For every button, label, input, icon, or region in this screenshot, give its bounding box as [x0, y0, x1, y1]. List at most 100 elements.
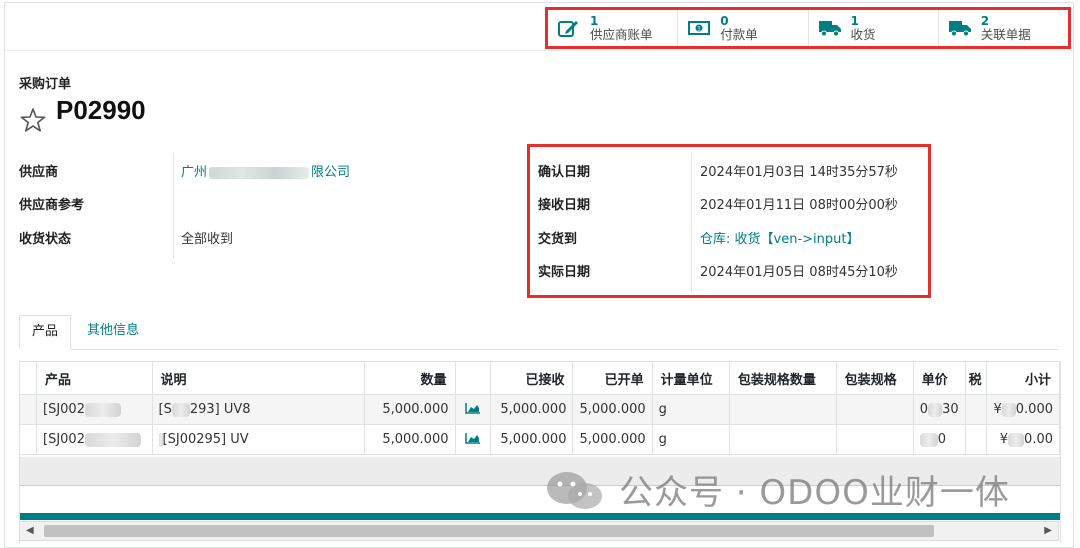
col-price-unit[interactable]: 单价: [913, 361, 966, 395]
svg-text:1: 1: [697, 26, 701, 33]
vendor-bills-count: 1: [590, 14, 599, 28]
table-row[interactable]: [SJ002 [SJ00295] UV 5,000.000 5,000.000 …: [20, 424, 1060, 455]
watermark: 公众号 · ODOO业财一体: [545, 465, 1010, 514]
cell-price[interactable]: 0 30: [913, 394, 966, 425]
subtotal-suffix: 0.00: [1024, 432, 1053, 447]
col-packaging[interactable]: 包装规格: [836, 361, 914, 395]
subtotal-prefix: ¥: [999, 432, 1009, 447]
field-divider: [691, 153, 692, 293]
date-approve-label: 确认日期: [538, 165, 591, 180]
related-documents-label: 关联单据: [980, 27, 1031, 42]
payments-count: 0: [720, 14, 729, 28]
horizontal-scrollbar[interactable]: ◀ ▶: [19, 521, 1059, 541]
cell-qty[interactable]: 5,000.000: [364, 424, 456, 455]
deliver-to-value[interactable]: 仓库: 收货【ven->input】: [700, 228, 859, 247]
tab-products[interactable]: 产品: [19, 315, 72, 350]
receipts-button[interactable]: 1 收货: [809, 10, 939, 46]
date-planned-label: 接收日期: [538, 198, 591, 213]
table-row[interactable]: [SJ002 [S 293] UV8 5,000.000 5,000.000 5,…: [20, 394, 1060, 425]
cell-uom[interactable]: g: [652, 394, 730, 425]
cell-billed: 5,000.000: [572, 424, 653, 455]
row-handle: [20, 424, 37, 455]
cell-product[interactable]: [SJ002: [36, 424, 153, 455]
redacted-block: [928, 402, 943, 417]
cell-forecast[interactable]: [455, 394, 491, 425]
header-divider: [5, 50, 1073, 51]
pencil-square-icon: [556, 18, 582, 38]
form-type-label: 采购订单: [19, 77, 72, 92]
receipts-label: 收货: [850, 27, 876, 42]
product-text: [SJ002: [43, 402, 85, 417]
col-product[interactable]: 产品: [36, 361, 153, 395]
subtotal-suffix: 0.000: [1015, 402, 1053, 417]
product-text: [SJ002: [43, 432, 85, 447]
vendor-bills-button[interactable]: 1 供应商账单: [548, 10, 679, 46]
col-description[interactable]: 说明: [152, 361, 365, 395]
col-uom[interactable]: 计量单位: [652, 361, 730, 395]
cell-packaging-qty[interactable]: [729, 394, 837, 425]
date-planned-value[interactable]: 2024年01月11日 08时00分00秒: [700, 194, 898, 213]
deliver-to-label: 交货到: [538, 232, 578, 247]
handle-column: [20, 361, 37, 395]
price-text: 0: [919, 402, 929, 417]
cell-billed: 5,000.000: [572, 394, 653, 425]
col-received[interactable]: 已接收: [490, 361, 574, 395]
payments-label: 付款单: [720, 27, 758, 42]
area-chart-icon[interactable]: [464, 432, 481, 448]
col-forecast: [455, 361, 491, 395]
scrollbar-thumb[interactable]: [44, 525, 934, 537]
cell-price[interactable]: 0: [913, 424, 966, 455]
description-text: [SJ00295] UV: [162, 432, 249, 447]
partner-value-suffix[interactable]: 限公司: [311, 165, 350, 180]
truck-icon: [947, 18, 973, 38]
field-divider: [173, 153, 174, 259]
star-icon[interactable]: [20, 107, 46, 133]
cell-packaging[interactable]: [836, 394, 914, 425]
related-documents-button[interactable]: 2 关联单据: [939, 10, 1068, 46]
partner-label: 供应商: [19, 165, 59, 180]
vendor-bills-label: 供应商账单: [590, 27, 653, 42]
col-billed[interactable]: 已开单: [572, 361, 653, 395]
purchase-order-form: 1 供应商账单 1 0 付款单 1 收货 2 关联单据 采购订单 P02990 …: [4, 2, 1074, 548]
effective-date-value: 2024年01月05日 08时45分10秒: [700, 265, 898, 280]
price-text-2: 0: [937, 432, 947, 447]
cell-received[interactable]: 5,000.000: [490, 394, 574, 425]
area-chart-icon[interactable]: [464, 402, 481, 418]
col-qty[interactable]: 数量: [364, 361, 456, 395]
payments-button[interactable]: 1 0 付款单: [678, 10, 809, 46]
col-taxes[interactable]: 税: [965, 361, 988, 395]
order-lines-table: 产品 说明 数量 已接收 已开单 计量单位 包装规格数量 包装规格 单价 税 小…: [19, 361, 1061, 543]
redacted-block: [84, 432, 141, 447]
truck-icon: [817, 18, 843, 38]
partner-field[interactable]: 广州 限公司: [181, 161, 350, 180]
cell-packaging-qty[interactable]: [729, 424, 837, 455]
redacted-block: [919, 432, 938, 447]
order-name: P02990: [56, 95, 146, 125]
wechat-icon: [545, 470, 605, 510]
tab-other-info[interactable]: 其他信息: [75, 315, 151, 348]
smart-button-box: 1 供应商账单 1 0 付款单 1 收货 2 关联单据: [545, 7, 1071, 49]
partner-value-prefix[interactable]: 广州: [181, 165, 207, 180]
partner-ref-label: 供应商参考: [19, 198, 85, 213]
redacted-block: [1008, 432, 1025, 447]
cell-forecast[interactable]: [455, 424, 491, 455]
date-approve-value: 2024年01月03日 14时35分57秒: [700, 165, 898, 180]
cell-product[interactable]: [SJ002: [36, 394, 153, 425]
cell-qty[interactable]: 5,000.000: [364, 394, 456, 425]
row-handle: [20, 394, 37, 425]
cell-description[interactable]: [SJ00295] UV: [152, 424, 365, 455]
cell-packaging[interactable]: [836, 424, 914, 455]
cell-received[interactable]: 5,000.000: [490, 424, 574, 455]
cell-taxes[interactable]: [965, 424, 988, 455]
scroll-left-arrow-icon[interactable]: ◀: [26, 525, 34, 536]
cell-taxes[interactable]: [965, 394, 988, 425]
cell-subtotal: ¥0.00: [986, 424, 1060, 455]
redacted-block: [209, 166, 310, 179]
col-subtotal[interactable]: 小计: [986, 361, 1060, 395]
col-packaging-qty[interactable]: 包装规格数量: [729, 361, 837, 395]
cell-uom[interactable]: g: [652, 424, 730, 455]
scroll-right-arrow-icon[interactable]: ▶: [1044, 525, 1052, 536]
related-documents-count: 2: [980, 14, 990, 28]
cell-description[interactable]: [S 293] UV8: [152, 394, 365, 425]
subtotal-prefix: ¥: [993, 402, 1002, 417]
